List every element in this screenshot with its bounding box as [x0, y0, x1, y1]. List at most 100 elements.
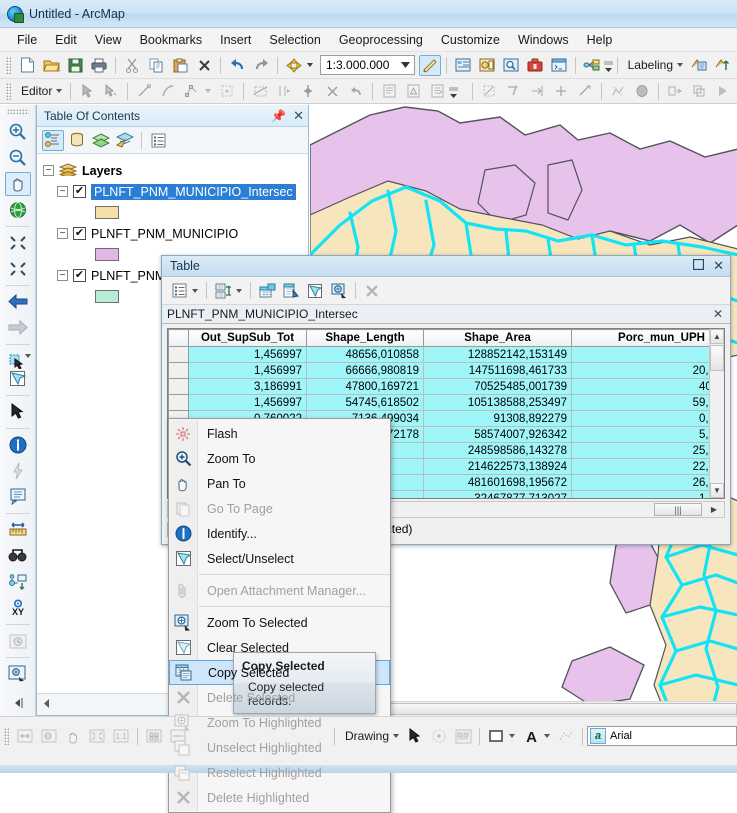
expand-collapse-icon[interactable]: −	[57, 228, 68, 239]
cell-2-2[interactable]: 70525485,001739	[423, 378, 572, 395]
menu-item-zoom-to-selected[interactable]: Zoom To Selected	[169, 610, 390, 635]
calculate-icon[interactable]	[280, 280, 302, 301]
drawing-menu-label[interactable]: Drawing	[339, 729, 392, 743]
row-selector[interactable]	[168, 362, 189, 379]
chevron-down-icon[interactable]	[236, 288, 242, 293]
zoom-in-icon[interactable]	[5, 119, 31, 143]
list-by-drawing-order-icon[interactable]	[42, 129, 64, 151]
toolbar-grip[interactable]	[6, 109, 29, 116]
menu-view[interactable]: View	[86, 30, 131, 50]
save-icon[interactable]	[64, 55, 86, 76]
toolstrip-expand-icon[interactable]	[5, 691, 31, 715]
sidebar-item-layer-1[interactable]: − PLNFT_PNM_MUNICIPIO	[57, 223, 308, 244]
cell-9-2[interactable]: 32467877,713027	[423, 490, 572, 498]
row-selector[interactable]	[168, 378, 189, 395]
pin-icon[interactable]: 📌	[271, 109, 286, 123]
chevron-down-icon[interactable]	[398, 56, 414, 74]
fixed-zoom-out-icon[interactable]	[5, 257, 31, 281]
toolbar-grip[interactable]	[6, 82, 11, 100]
table-tab[interactable]: PLNFT_PNM_MUNICIPIO_Intersec ✕	[162, 305, 730, 324]
edit-tool-icon[interactable]	[418, 54, 441, 76]
text-color-icon[interactable]: A	[520, 726, 542, 747]
close-icon[interactable]: ✕	[713, 307, 723, 321]
paste-icon[interactable]	[169, 55, 191, 76]
add-data-icon[interactable]	[283, 55, 305, 76]
cell-7-2[interactable]: 214622573,138924	[423, 458, 572, 475]
expand-collapse-icon[interactable]: −	[57, 186, 68, 197]
cell-0-1[interactable]: 48656,010858	[306, 346, 424, 363]
scroll-right-button[interactable]: ▶	[705, 503, 723, 516]
menu-item-zoom-to[interactable]: Zoom To	[169, 446, 390, 471]
menu-item-flash[interactable]: Flash	[169, 421, 390, 446]
cut-icon[interactable]	[121, 55, 143, 76]
column-header-3[interactable]: Porc_mun_UPH	[571, 329, 724, 347]
table-row[interactable]: 3,18699147800,16972170525485,00173940,12…	[168, 378, 724, 395]
zoom-out-icon[interactable]	[5, 146, 31, 170]
menu-item-pan-to[interactable]: Pan To	[169, 471, 390, 496]
menu-bookmarks[interactable]: Bookmarks	[131, 30, 212, 50]
cell-3-0[interactable]: 1,456997	[188, 394, 307, 411]
row-selector[interactable]	[168, 346, 189, 363]
layer-name-0[interactable]: PLNFT_PNM_MUNICIPIO_Intersec	[91, 183, 296, 200]
chevron-down-icon[interactable]	[307, 63, 313, 67]
cell-1-3[interactable]: 20,409766	[571, 362, 724, 379]
toolbar-overflow-icon[interactable]	[603, 57, 613, 74]
chevron-down-icon[interactable]	[24, 353, 31, 358]
table-row[interactable]: 1,45699754745,618502105138588,25349759,8…	[168, 394, 724, 411]
clear-selection-icon[interactable]	[5, 367, 31, 391]
chevron-down-icon[interactable]	[509, 734, 515, 738]
cell-9-3[interactable]: 1,777225	[571, 490, 724, 498]
cell-2-3[interactable]: 40,12707	[571, 378, 724, 395]
cell-3-3[interactable]: 59,820978	[571, 394, 724, 411]
open-icon[interactable]	[40, 55, 62, 76]
full-extent-icon[interactable]	[5, 198, 31, 222]
cell-0-2[interactable]: 128852142,153149	[423, 346, 572, 363]
identify-icon[interactable]	[5, 433, 31, 457]
column-header-1[interactable]: Shape_Length	[306, 329, 424, 347]
select-by-attributes-icon[interactable]	[304, 280, 326, 301]
cell-1-1[interactable]: 66666,980819	[306, 362, 424, 379]
measure-icon[interactable]	[5, 518, 31, 542]
chevron-down-icon[interactable]	[192, 288, 198, 293]
menu-insert[interactable]: Insert	[211, 30, 260, 50]
toc-window-icon[interactable]	[452, 55, 474, 76]
restore-window-icon[interactable]	[692, 258, 705, 273]
scroll-down-button[interactable]: ▼	[710, 483, 724, 498]
fill-color-icon[interactable]	[485, 726, 507, 747]
list-by-selection-icon[interactable]	[114, 130, 136, 151]
sidebar-item-layer-0[interactable]: − PLNFT_PNM_MUNICIPIO_Intersec	[57, 181, 308, 202]
column-header-0[interactable]: Out_SupSub_Tot	[188, 329, 307, 347]
expand-collapse-icon[interactable]: −	[43, 165, 54, 176]
table-row[interactable]: 1,45699748656,010858128852142,153149100	[168, 346, 724, 363]
label-priority-icon[interactable]	[712, 55, 734, 76]
label-manager-icon[interactable]	[688, 55, 710, 76]
cell-0-3[interactable]: 100	[571, 346, 724, 363]
toc-scroll-left-icon[interactable]	[41, 698, 53, 712]
scroll-thumb[interactable]	[334, 703, 737, 715]
arctoolbox-icon[interactable]	[524, 55, 546, 76]
python-window-icon[interactable]	[548, 55, 570, 76]
options-icon[interactable]	[147, 130, 169, 151]
add-field-icon[interactable]	[256, 280, 278, 301]
row-selector[interactable]	[168, 394, 189, 411]
menu-item-identify[interactable]: Identify...	[169, 521, 390, 546]
modelbuilder-icon[interactable]	[581, 55, 603, 76]
go-to-xy-icon[interactable]: XY	[5, 596, 31, 620]
map-scale-combobox[interactable]: 1:3.000.000	[320, 55, 415, 75]
layer-visibility-checkbox[interactable]	[73, 227, 86, 240]
close-icon[interactable]: ✕	[293, 109, 304, 122]
related-tables-icon[interactable]	[212, 280, 234, 301]
cell-2-0[interactable]: 3,186991	[188, 378, 307, 395]
cell-5-3[interactable]: 5,007888	[571, 426, 724, 443]
redo-icon[interactable]	[250, 55, 272, 76]
cell-1-0[interactable]: 1,456997	[188, 362, 307, 379]
close-icon[interactable]: ✕	[713, 258, 724, 274]
menu-file[interactable]: File	[8, 30, 46, 50]
copy-icon[interactable]	[145, 55, 167, 76]
layer-name-1[interactable]: PLNFT_PNM_MUNICIPIO	[91, 227, 238, 241]
menu-item-select-unselect[interactable]: Select/Unselect	[169, 546, 390, 571]
cell-8-3[interactable]: 26,361886	[571, 474, 724, 491]
labeling-menu-label[interactable]: Labeling	[622, 58, 676, 72]
catalog-window-icon[interactable]	[476, 55, 498, 76]
scroll-up-button[interactable]: ▲	[710, 329, 724, 344]
